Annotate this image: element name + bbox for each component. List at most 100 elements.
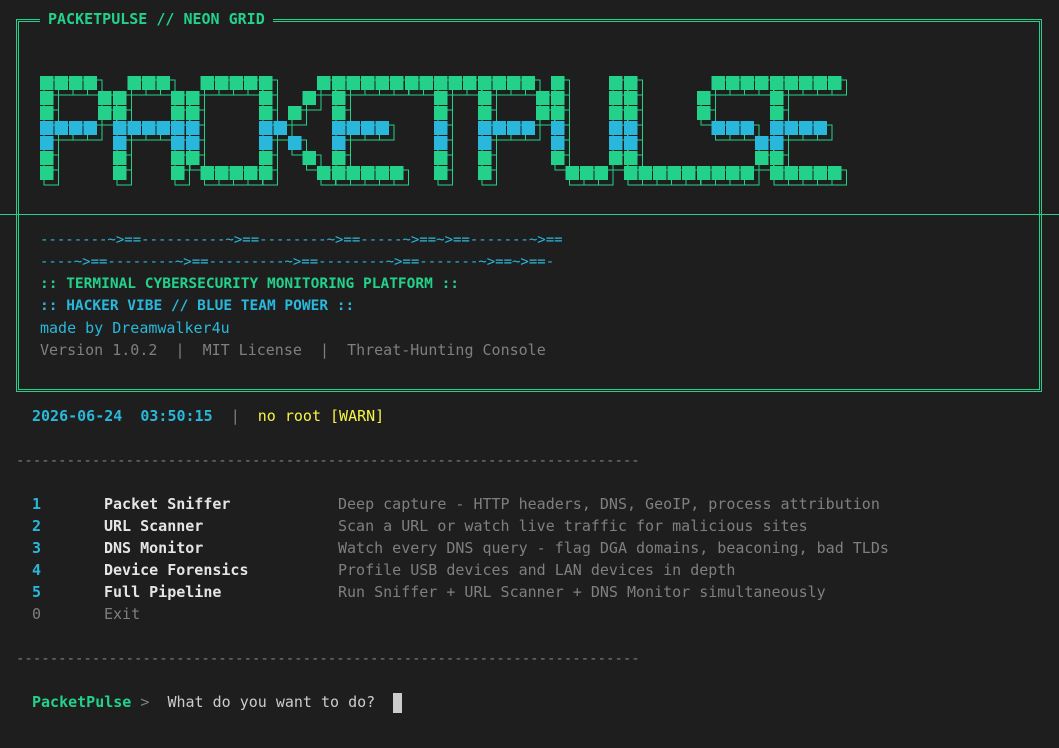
menu-key: 0 (32, 605, 42, 623)
logo-letter (259, 76, 336, 186)
logo-pixel (755, 76, 769, 90)
logo-pixel (332, 76, 346, 90)
logo-pixel (40, 151, 54, 165)
logo-pixel (259, 151, 273, 165)
logo-pixel (609, 106, 623, 120)
logo-pixel (609, 151, 623, 165)
logo-pixel (521, 121, 535, 135)
menu-label[interactable]: Packet Sniffer (104, 494, 230, 514)
prompt-app-name: PacketPulse (32, 693, 132, 711)
menu-label[interactable]: DNS Monitor (104, 538, 203, 558)
logo-pixel (770, 121, 784, 135)
logo-pixel (83, 121, 97, 135)
logo-pixel (317, 76, 331, 90)
logo-pixel (624, 76, 638, 90)
menu-item[interactable]: 1 (32, 494, 41, 514)
logo-pixel (434, 121, 448, 135)
logo-letter (697, 76, 774, 186)
logo-letter (624, 76, 701, 186)
logo-pixel (799, 121, 813, 135)
logo-pixel (171, 91, 185, 105)
logo-pixel (682, 166, 696, 180)
menu-key: 5 (32, 583, 42, 601)
menu-item[interactable]: 2 (32, 516, 41, 536)
logo-pixel (54, 76, 68, 90)
prompt-question: What do you want to do? (167, 693, 376, 711)
logo-pixel (346, 166, 360, 180)
menu-label[interactable]: Device Forensics (104, 560, 249, 580)
separator: | (175, 341, 185, 359)
prompt-arrow: > (140, 693, 150, 711)
menu-item[interactable]: 3 (32, 538, 41, 558)
command-prompt[interactable]: PacketPulse > What do you want to do? (32, 692, 403, 713)
logo-pixel (551, 121, 565, 135)
menu-description: Watch every DNS query - flag DGA domains… (338, 539, 889, 557)
logo-pixel (113, 166, 127, 180)
menu-label[interactable]: Exit (104, 604, 140, 624)
logo-pixel (259, 106, 273, 120)
logo-pixel (288, 136, 302, 150)
logo-letter (551, 76, 628, 186)
logo-pixel (361, 166, 375, 180)
ascii-logo (40, 76, 847, 186)
menu-label[interactable]: URL Scanner (104, 516, 203, 536)
logo-pixel (711, 76, 725, 90)
logo-pixel (113, 121, 127, 135)
logo-pixel (40, 76, 54, 90)
logo-letter (40, 76, 117, 186)
logo-pixel (332, 166, 346, 180)
logo-pixel (609, 91, 623, 105)
logo-pixel (186, 121, 200, 135)
logo-pixel (215, 76, 229, 90)
horizontal-rule (0, 214, 1059, 215)
menu-item[interactable]: 0 (32, 604, 41, 624)
logo-pixel (302, 151, 316, 165)
logo-pixel (419, 76, 433, 90)
logo-pixel (434, 106, 448, 120)
logo-pixel (711, 166, 725, 180)
logo-pixel (580, 166, 594, 180)
logo-pixel (332, 91, 346, 105)
logo-pixel (507, 76, 521, 90)
logo-pixel (478, 151, 492, 165)
logo-pixel (726, 121, 740, 135)
logo-pixel (770, 106, 784, 120)
logo-pixel (434, 91, 448, 105)
logo-pixel (478, 166, 492, 180)
logo-pixel (740, 166, 754, 180)
logo-pixel (551, 76, 565, 90)
logo-pixel (390, 76, 404, 90)
logo-pixel (171, 121, 185, 135)
logo-pixel (171, 106, 185, 120)
logo-pixel (317, 166, 331, 180)
logo-letter (770, 76, 847, 186)
menu-item[interactable]: 4 (32, 560, 41, 580)
logo-pixel (273, 121, 287, 135)
separator: | (319, 341, 329, 359)
logo-pixel (186, 136, 200, 150)
logo-pixel (171, 151, 185, 165)
text-cursor[interactable] (393, 692, 403, 713)
logo-pixel (229, 166, 243, 180)
logo-pixel (434, 136, 448, 150)
logo-pixel (332, 136, 346, 150)
logo-pixel (726, 166, 740, 180)
logo-pixel (40, 106, 54, 120)
menu-key: 4 (32, 561, 42, 579)
version-info: Version 1.0.2 | MIT License | Threat-Hun… (40, 340, 546, 360)
logo-pixel (551, 151, 565, 165)
menu-key: 3 (32, 539, 42, 557)
logo-pixel (434, 151, 448, 165)
logo-pixel (54, 121, 68, 135)
logo-pixel (667, 166, 681, 180)
logo-pixel (770, 166, 784, 180)
logo-pixel (521, 76, 535, 90)
author-credit: made by Dreamwalker4u (40, 319, 230, 337)
logo-pixel (142, 121, 156, 135)
logo-pixel (142, 76, 156, 90)
logo-pixel (828, 166, 842, 180)
divider-bottom: ----------------------------------------… (16, 651, 640, 667)
menu-label[interactable]: Full Pipeline (104, 582, 221, 602)
logo-pixel (551, 91, 565, 105)
menu-item[interactable]: 5 (32, 582, 41, 602)
